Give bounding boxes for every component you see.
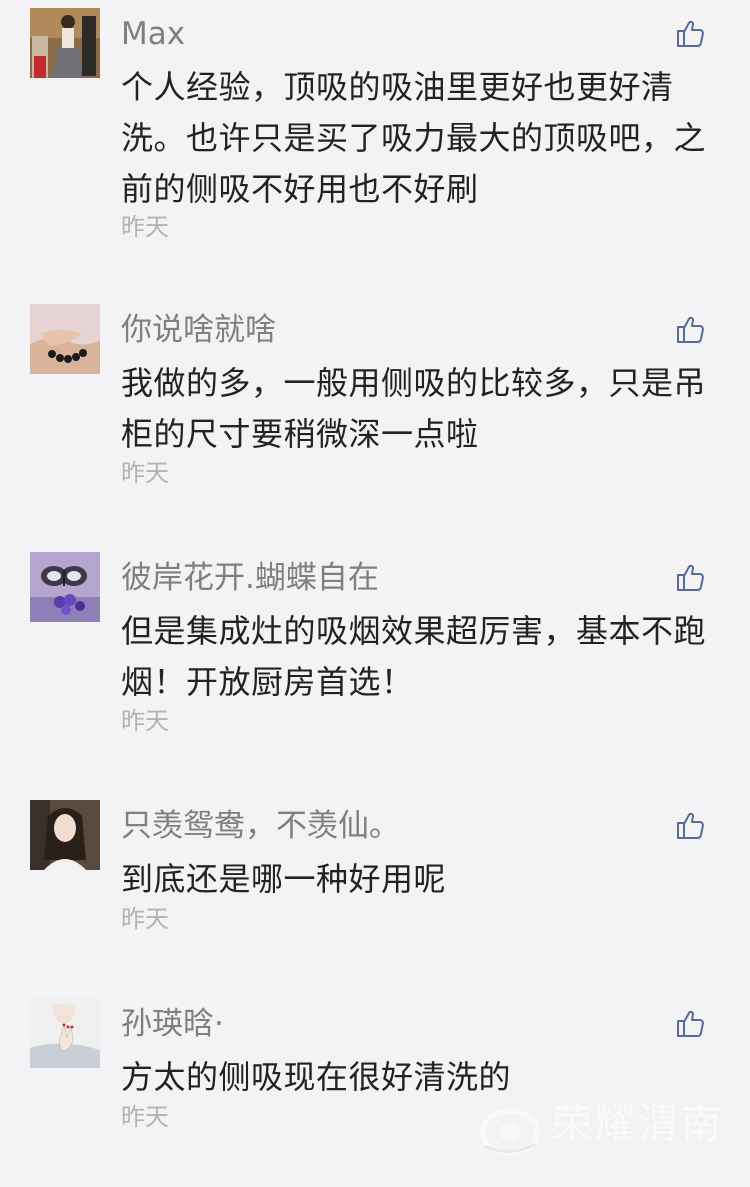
comment-text: 我做的多，一般用侧吸的比较多，只是吊柜的尺寸要稍微深一点啦 — [121, 364, 707, 453]
commenter-name[interactable]: 只羡鸳鸯，不羡仙。 — [121, 806, 400, 846]
avatar[interactable] — [30, 552, 100, 622]
thumbs-up-icon — [677, 564, 704, 591]
thumbs-up-icon — [677, 20, 704, 47]
avatar[interactable] — [30, 800, 100, 870]
avatar[interactable] — [30, 998, 100, 1068]
thumbs-up-icon — [677, 812, 704, 839]
avatar-girl-portrait-photo-icon — [30, 800, 100, 870]
comment-time: 昨天 — [121, 1103, 169, 1131]
comment-item: 只羡鸳鸯，不羡仙。 到底还是哪一种好用呢 昨天 — [0, 800, 750, 950]
avatar-woman-photo-icon — [30, 8, 100, 78]
watermark: 荣耀渭南 YEWN.CN — [480, 1100, 721, 1170]
comment-text: 但是集成灶的吸烟效果超厉害，基本不跑烟！开放厨房首选！ — [121, 612, 707, 701]
like-button[interactable] — [675, 1008, 707, 1040]
avatar-hands-bracelet-photo-icon — [30, 304, 100, 374]
avatar[interactable] — [30, 304, 100, 374]
commenter-name[interactable]: 孙瑛晗· — [121, 1004, 224, 1044]
like-button[interactable] — [675, 18, 707, 50]
like-button[interactable] — [675, 810, 707, 842]
commenter-name[interactable]: 你说啥就啥 — [121, 310, 276, 350]
like-button[interactable] — [675, 314, 707, 346]
watermark-logo-icon — [480, 1108, 540, 1156]
comment-text: 个人经验，顶吸的吸油里更好也更好清洗。也许只是买了吸力最大的顶吸吧，之前的侧吸不… — [121, 68, 707, 208]
comment-time: 昨天 — [121, 905, 169, 933]
comment-time: 昨天 — [121, 707, 169, 735]
comment-time: 昨天 — [121, 213, 169, 241]
comment-text: 到底还是哪一种好用呢 — [121, 860, 447, 898]
comment-item: Max 个人经验，顶吸的吸油里更好也更好清洗。也许只是买了吸力最大的顶吸吧，之前… — [0, 8, 750, 258]
avatar-illustrated-hand-photo-icon — [30, 998, 100, 1068]
thumbs-up-icon — [677, 316, 704, 343]
comment-item: 你说啥就啥 我做的多，一般用侧吸的比较多，只是吊柜的尺寸要稍微深一点啦 昨天 — [0, 304, 750, 504]
like-button[interactable] — [675, 562, 707, 594]
watermark-url: YEWN.CN — [572, 1148, 660, 1161]
comment-text: 方太的侧吸现在很好清洗的 — [121, 1058, 512, 1096]
commenter-name[interactable]: 彼岸花开.蝴蝶自在 — [121, 558, 379, 598]
avatar-butterfly-flower-photo-icon — [30, 552, 100, 622]
thumbs-up-icon — [677, 1010, 704, 1037]
watermark-title: 荣耀渭南 — [552, 1101, 724, 1147]
comment-item: 彼岸花开.蝴蝶自在 但是集成灶的吸烟效果超厉害，基本不跑烟！开放厨房首选！ 昨天 — [0, 552, 750, 752]
avatar[interactable] — [30, 8, 100, 78]
commenter-name[interactable]: Max — [121, 14, 185, 54]
comment-time: 昨天 — [121, 459, 169, 487]
